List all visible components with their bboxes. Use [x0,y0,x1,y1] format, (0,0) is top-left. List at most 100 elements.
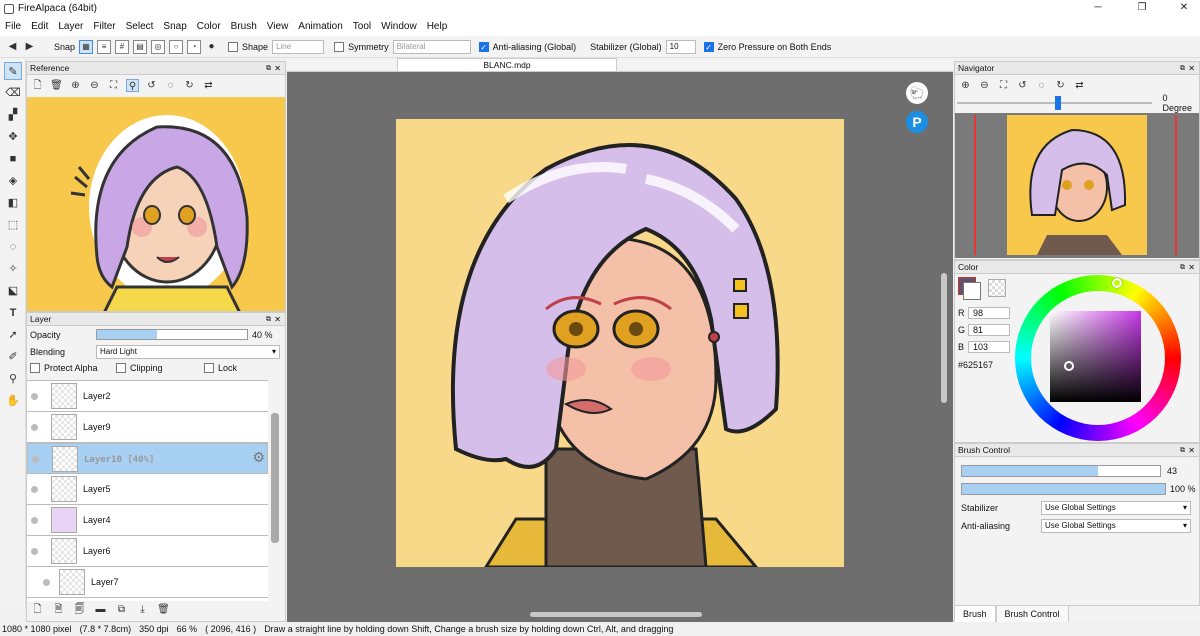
duplicate-layer-icon[interactable]: ⧉ [115,603,128,616]
pixiv-icon[interactable]: P [906,111,928,133]
eyedropper-tool-icon[interactable]: ⚲ [4,370,22,388]
zero-pressure-checkbox[interactable]: ✓ [703,41,714,52]
operation-tool-icon[interactable]: ➚ [4,326,22,344]
brush-antialias-select[interactable]: Use Global Settings ▾ [1041,519,1191,533]
symmetry-checkbox[interactable] [334,41,345,52]
hand-tool-icon[interactable]: ✋ [4,392,22,410]
close-icon[interactable]: ✕ [1174,2,1194,16]
reset-rotation-icon[interactable]: ◌ [164,79,177,92]
text-tool-icon[interactable]: T [4,304,22,322]
pin-icon[interactable]: ⧉ [266,62,271,75]
close-icon[interactable]: ✕ [274,62,281,75]
menu-snap[interactable]: Snap [158,18,191,36]
shape-checkbox[interactable] [228,41,239,52]
new-8bit-layer-icon[interactable]: 🗎 [52,603,65,616]
r-input[interactable]: 98 [968,307,1010,319]
layer-item[interactable]: Layer2 [27,381,268,412]
brush-tool-icon[interactable]: ✎ [4,62,22,80]
new-1bit-layer-icon[interactable]: 🗐 [73,603,86,616]
snap-curve-icon[interactable]: ◔ [187,39,202,54]
fit-icon[interactable]: ⛶ [107,79,120,92]
menu-select[interactable]: Select [121,18,159,36]
close-icon[interactable]: ✕ [1188,444,1195,457]
eye-icon[interactable] [31,424,38,431]
select-tool-icon[interactable]: ⬚ [4,216,22,234]
pin-icon[interactable]: ⧉ [1180,444,1185,457]
reset-rotation-icon[interactable]: ◌ [1035,79,1048,92]
tab-brush-control[interactable]: Brush Control [995,605,1069,623]
rotate-right-icon[interactable]: ↻ [1054,79,1067,92]
close-icon[interactable]: ✕ [1188,261,1195,274]
layer-item[interactable]: Layer6 [27,536,268,567]
snap-circle-icon[interactable]: ○ [169,39,184,54]
eye-icon[interactable] [32,456,39,463]
menu-brush[interactable]: Brush [226,18,262,36]
opacity-slider[interactable] [96,329,248,340]
protect-alpha-checkbox[interactable] [30,363,40,373]
pin-icon[interactable]: ⧉ [1180,62,1185,75]
vertical-scrollbar[interactable] [941,273,947,403]
snap-vanishing-icon[interactable]: ▤ [133,39,148,54]
fit-icon[interactable]: ⛶ [997,79,1010,92]
zoom-in-icon[interactable]: ⊕ [69,79,82,92]
rotate-left-icon[interactable]: ↺ [145,79,158,92]
secondary-color-swatch[interactable] [963,282,981,300]
horizontal-scrollbar[interactable] [530,612,702,617]
magic-wand-tool-icon[interactable]: ✧ [4,260,22,278]
rotation-handle[interactable] [1055,96,1061,110]
lasso-tool-icon[interactable]: ◌ [4,238,22,256]
brush-size-slider[interactable] [961,465,1161,477]
snap-radial-icon[interactable]: ◎ [151,39,166,54]
menu-window[interactable]: Window [376,18,422,36]
shape-select[interactable]: Line [272,39,325,54]
blending-select[interactable]: Hard Light ▾ [96,344,280,359]
divide-tool-icon[interactable]: ✐ [4,348,22,366]
rotation-slider[interactable] [957,96,1153,110]
minimize-icon[interactable]: ─ [1088,2,1108,16]
open-file-icon[interactable]: 🗋 [31,79,44,92]
gradient-tool-icon[interactable]: ◧ [4,194,22,212]
layer-scrollbar[interactable] [271,413,279,543]
move-tool-icon[interactable]: ✥ [4,128,22,146]
eraser-tool-icon[interactable]: ⌫ [4,84,22,102]
menu-tool[interactable]: Tool [348,18,376,36]
new-folder-icon[interactable]: ▬ [94,603,107,616]
b-input[interactable]: 103 [968,341,1010,353]
eye-icon[interactable] [31,517,38,524]
menu-color[interactable]: Color [192,18,226,36]
zoom-in-icon[interactable]: ⊕ [959,79,972,92]
brush-stabilizer-select[interactable]: Use Global Settings ▾ [1041,501,1191,515]
pin-icon[interactable]: ⧉ [266,313,271,326]
flip-icon[interactable]: ⇄ [1073,79,1086,92]
select-pen-tool-icon[interactable]: ⬕ [4,282,22,300]
hue-handle[interactable] [1112,278,1122,288]
prev-frame-icon[interactable]: ◀ [6,40,19,53]
layer-item[interactable]: Layer5 [27,474,268,505]
symmetry-select[interactable]: Bilateral [392,39,471,54]
flip-icon[interactable]: ⇄ [202,79,215,92]
menu-help[interactable]: Help [422,18,453,36]
pin-icon[interactable]: ⧉ [1180,261,1185,274]
shape-fill-tool-icon[interactable]: ■ [4,150,22,168]
new-layer-icon[interactable]: 🗋 [31,603,44,616]
eyedropper-icon[interactable]: ⚲ [126,78,139,92]
menu-file[interactable]: File [0,18,26,36]
layer-item[interactable]: Layer4 [27,505,268,536]
eye-icon[interactable] [31,548,38,555]
sv-handle[interactable] [1064,361,1074,371]
menu-layer[interactable]: Layer [53,18,88,36]
clipping-checkbox[interactable] [116,363,126,373]
dot-tool-icon[interactable]: ▞ [4,106,22,124]
rotate-right-icon[interactable]: ↻ [183,79,196,92]
merge-down-icon[interactable]: ⤓ [136,603,149,616]
stabilizer-select[interactable]: 10 [665,39,696,54]
eye-icon[interactable] [31,393,38,400]
eye-icon[interactable] [31,486,38,493]
menu-edit[interactable]: Edit [26,18,53,36]
delete-layer-icon[interactable]: 🗑 [157,603,170,616]
close-icon[interactable]: ✕ [1188,62,1195,75]
trash-icon[interactable]: 🗑 [50,79,63,92]
rotate-left-icon[interactable]: ↺ [1016,79,1029,92]
layer-item[interactable]: Layer9 [27,412,268,443]
zoom-out-icon[interactable]: ⊖ [978,79,991,92]
